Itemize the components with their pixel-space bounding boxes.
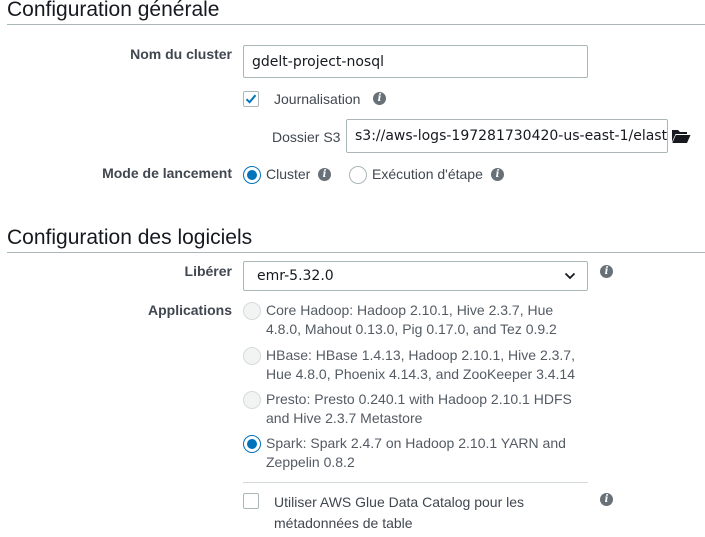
chevron-down-icon bbox=[564, 272, 576, 280]
launch-mode-cluster-radio[interactable] bbox=[243, 166, 261, 184]
app-hbase-label: HBase: HBase 1.4.13, Hadoop 2.10.1, Hive… bbox=[266, 346, 575, 384]
app-spark-line2: Zeppelin 0.8.2 bbox=[266, 454, 355, 470]
logging-label: Journalisation bbox=[274, 91, 361, 107]
app-core-hadoop-line1: Core Hadoop: Hadoop 2.10.1, Hive 2.3.7, … bbox=[266, 302, 554, 318]
launch-mode-step-radio[interactable] bbox=[349, 166, 367, 184]
s3-folder-input[interactable]: s3://aws-logs-197281730420-us-east-1/ela… bbox=[346, 119, 668, 153]
logging-checkbox[interactable] bbox=[243, 91, 259, 107]
app-spark-line1: Spark: Spark 2.4.7 on Hadoop 2.10.1 YARN… bbox=[266, 435, 566, 451]
folder-open-icon[interactable] bbox=[671, 128, 691, 144]
applications-label: Applications bbox=[147, 302, 232, 318]
s3-folder-label: Dossier S3 bbox=[272, 129, 341, 145]
software-section-title: Configuration des logiciels bbox=[7, 226, 253, 249]
cluster-name-label: Nom du cluster bbox=[130, 46, 232, 62]
release-info-icon[interactable]: i bbox=[600, 265, 613, 278]
cluster-name-input[interactable]: gdelt-project-nosql bbox=[243, 45, 588, 78]
launch-mode-step-info-icon[interactable]: i bbox=[491, 168, 504, 181]
app-core-hadoop-line2: 4.8.0, Mahout 0.13.0, Pig 0.17.0, and Te… bbox=[266, 321, 557, 337]
release-value: emr-5.32.0 bbox=[257, 268, 334, 284]
general-section-title: Configuration générale bbox=[7, 0, 220, 21]
glue-catalog-line2: métadonnées de table bbox=[274, 515, 413, 531]
release-label: Libérer bbox=[184, 263, 232, 279]
cluster-name-value: gdelt-project-nosql bbox=[252, 53, 384, 70]
logging-info-icon[interactable]: i bbox=[373, 92, 386, 105]
launch-mode-step-label: Exécution d'étape bbox=[372, 166, 483, 182]
applications-divider bbox=[243, 482, 588, 483]
launch-mode-cluster-info-icon[interactable]: i bbox=[318, 168, 331, 181]
glue-catalog-info-icon[interactable]: i bbox=[600, 493, 613, 506]
checkmark-icon bbox=[245, 94, 257, 104]
app-presto-line1: Presto: Presto 0.240.1 with Hadoop 2.10.… bbox=[266, 391, 572, 407]
launch-mode-cluster-label: Cluster bbox=[266, 166, 311, 182]
app-hbase-line1: HBase: HBase 1.4.13, Hadoop 2.10.1, Hive… bbox=[266, 347, 575, 363]
glue-catalog-line1: Utiliser AWS Glue Data Catalog pour les bbox=[274, 494, 525, 510]
app-presto-radio[interactable] bbox=[243, 391, 261, 409]
software-section-divider bbox=[7, 252, 705, 253]
app-presto-label: Presto: Presto 0.240.1 with Hadoop 2.10.… bbox=[266, 390, 572, 428]
app-presto-line2: and Hive 2.3.7 Metastore bbox=[266, 410, 423, 426]
general-section-divider bbox=[7, 24, 705, 25]
app-core-hadoop-label: Core Hadoop: Hadoop 2.10.1, Hive 2.3.7, … bbox=[266, 301, 557, 339]
s3-folder-value: s3://aws-logs-197281730420-us-east-1/ela… bbox=[355, 128, 668, 144]
app-core-hadoop-radio[interactable] bbox=[243, 302, 261, 320]
app-hbase-radio[interactable] bbox=[243, 347, 261, 365]
release-select[interactable]: emr-5.32.0 bbox=[243, 261, 588, 291]
app-spark-radio[interactable] bbox=[243, 435, 261, 453]
launch-mode-label: Mode de lancement bbox=[102, 165, 232, 181]
app-spark-label: Spark: Spark 2.4.7 on Hadoop 2.10.1 YARN… bbox=[266, 434, 566, 472]
glue-catalog-checkbox[interactable] bbox=[243, 493, 259, 509]
app-hbase-line2: Hue 4.8.0, Phoenix 4.14.3, and ZooKeeper… bbox=[266, 366, 576, 382]
glue-catalog-label: Utiliser AWS Glue Data Catalog pour les … bbox=[274, 492, 524, 534]
